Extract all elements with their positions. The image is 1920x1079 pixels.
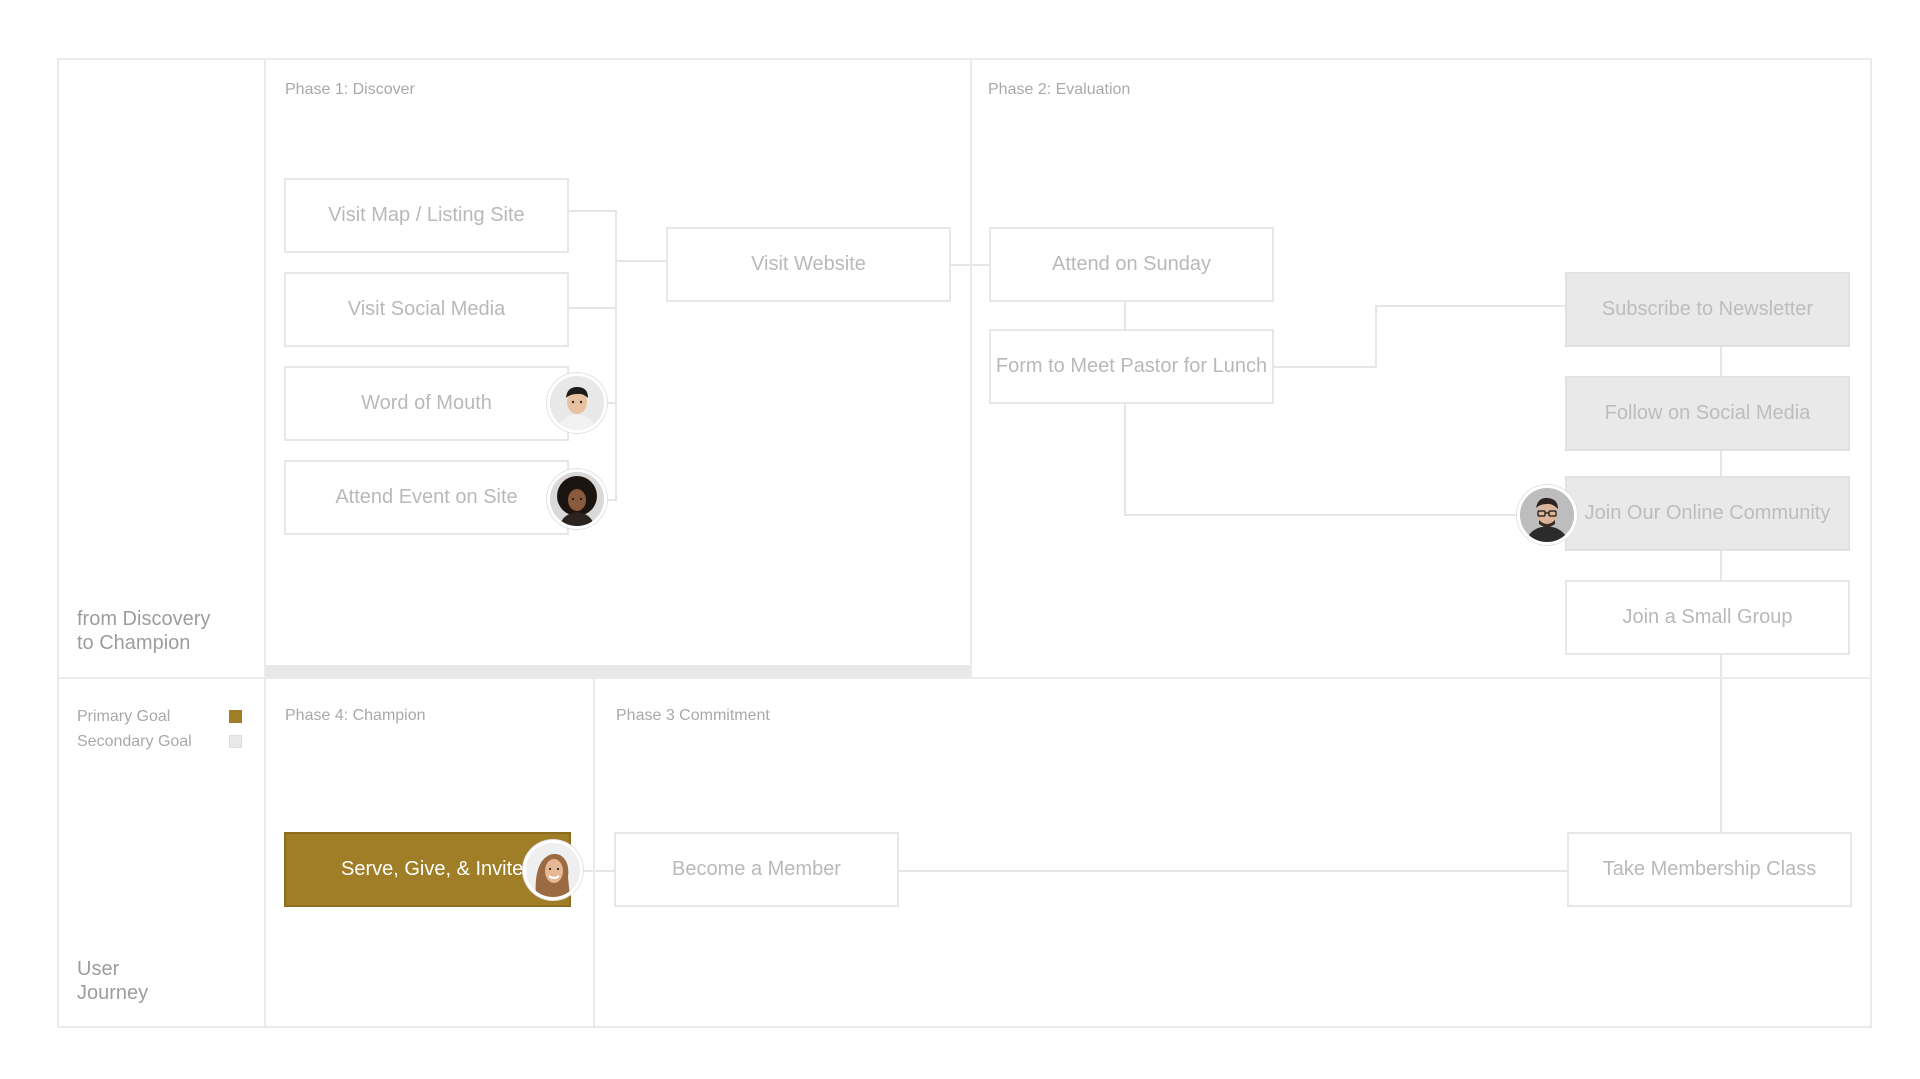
node-visit-map[interactable]: Visit Map / Listing Site — [284, 178, 569, 253]
avatar-man-short-hair-icon — [550, 376, 604, 430]
phase-4-label: Phase 4: Champion — [285, 707, 426, 724]
avatar-woman-curly-hair-icon — [550, 472, 604, 526]
node-visit-website[interactable]: Visit Website — [666, 227, 951, 302]
legend-primary-swatch — [229, 710, 242, 723]
title-line-2: Journey — [77, 982, 149, 1004]
user-journey-diagram: from Discovery to Champion User Journey … — [0, 0, 1920, 1079]
subtitle-line-1: from Discovery — [77, 608, 211, 630]
node-join-small-group[interactable]: Join a Small Group — [1565, 580, 1850, 655]
node-visit-social[interactable]: Visit Social Media — [284, 272, 569, 347]
legend-secondary-label: Secondary Goal — [77, 733, 192, 750]
diagram-title: User Journey — [77, 957, 148, 1005]
node-become-member[interactable]: Become a Member — [614, 832, 899, 907]
legend-primary-label: Primary Goal — [77, 708, 171, 725]
avatar-man-glasses-icon — [1520, 488, 1574, 542]
person-avatar-icon — [547, 469, 607, 529]
node-form-pastor[interactable]: Form to Meet Pastor for Lunch — [989, 329, 1274, 404]
legend-secondary-swatch — [229, 735, 242, 748]
phase-3-label: Phase 3 Commitment — [616, 707, 770, 724]
subtitle-line-2: to Champion — [77, 632, 191, 654]
node-word-of-mouth[interactable]: Word of Mouth — [284, 366, 569, 441]
node-join-online[interactable]: Join Our Online Community — [1565, 476, 1850, 551]
phase1-2-divider — [970, 58, 972, 678]
phase4-3-divider — [593, 677, 595, 1028]
node-follow-social[interactable]: Follow on Social Media — [1565, 376, 1850, 451]
person-avatar-icon — [1517, 485, 1577, 545]
phase1-progress-bar — [265, 665, 971, 677]
phase-1-label: Phase 1: Discover — [285, 81, 415, 98]
node-subscribe-newsletter[interactable]: Subscribe to Newsletter — [1565, 272, 1850, 347]
person-avatar-icon — [547, 373, 607, 433]
node-attend-sunday[interactable]: Attend on Sunday — [989, 227, 1274, 302]
avatar-woman-smiling-icon — [526, 843, 580, 897]
diagram-subtitle: from Discovery to Champion — [77, 607, 210, 655]
title-line-1: User — [77, 958, 120, 980]
phase-2-label: Phase 2: Evaluation — [988, 81, 1131, 98]
side-column-divider — [264, 58, 266, 1028]
node-attend-event[interactable]: Attend Event on Site — [284, 460, 569, 535]
row-divider — [57, 677, 1872, 679]
node-membership-class[interactable]: Take Membership Class — [1567, 832, 1852, 907]
person-avatar-icon — [523, 840, 583, 900]
